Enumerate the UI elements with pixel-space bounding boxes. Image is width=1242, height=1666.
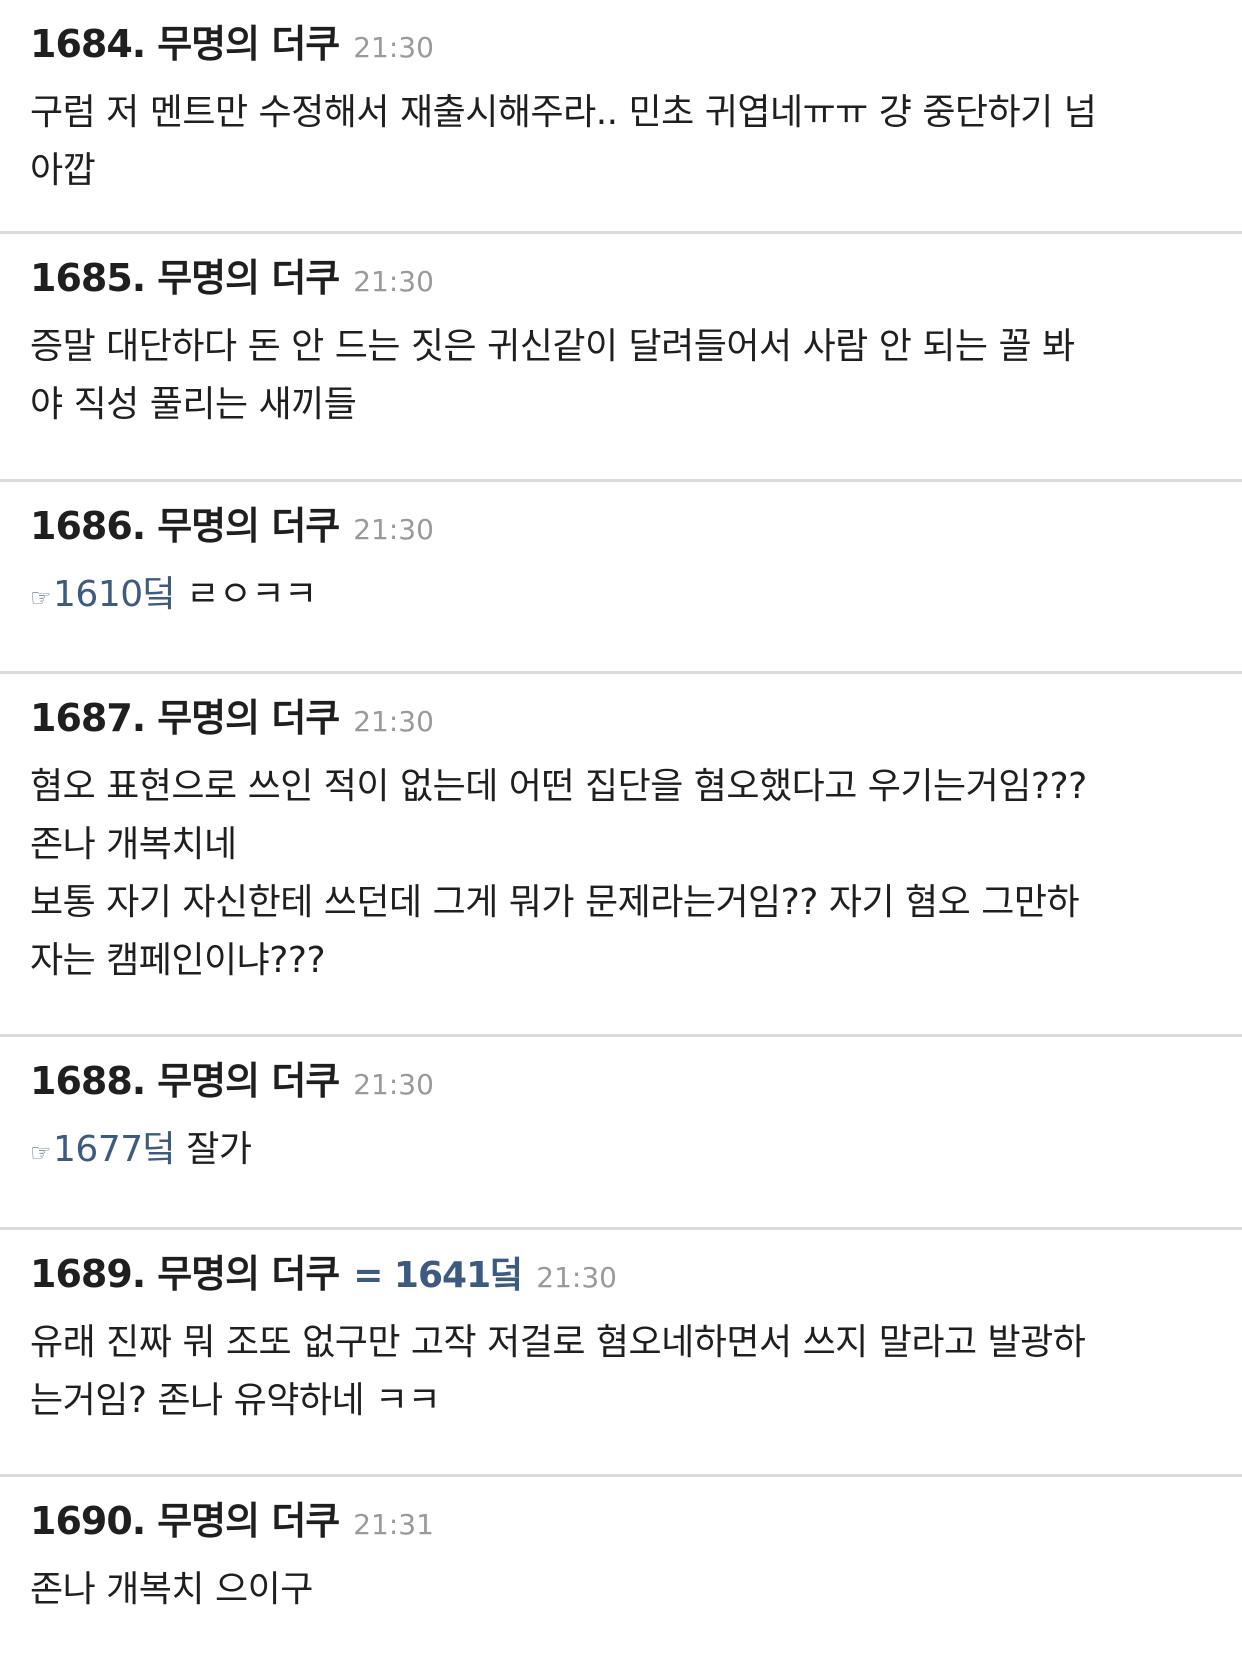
comment-number[interactable]: 1689. bbox=[30, 1250, 146, 1298]
comment-author: 무명의 더쿠 bbox=[157, 1252, 340, 1296]
comment-number[interactable]: 1684. bbox=[30, 20, 146, 68]
comment-text-line: 는거임? 존나 유약하네 ㅋㅋ bbox=[30, 1380, 441, 1421]
comment-item: 1687. 무명의 더쿠 21:30 혐오 표현으로 쓰인 적이 없는데 어떤 … bbox=[0, 674, 1242, 1037]
pointing-hand-icon: ☞ bbox=[30, 584, 52, 612]
comment-author: 무명의 더쿠 bbox=[157, 22, 340, 66]
comment-text-line: 유래 진짜 뭐 조또 없구만 고작 저걸로 혐오네하면서 쓰지 말라고 발광하 bbox=[30, 1322, 1086, 1363]
comment-time: 21:31 bbox=[353, 1508, 434, 1541]
comment-text: ㄹㅇㅋㅋ bbox=[175, 574, 317, 615]
comment-time: 21:30 bbox=[353, 705, 434, 738]
comment-author: 무명의 더쿠 bbox=[157, 696, 340, 740]
comment-item: 1684. 무명의 더쿠 21:30 구럼 저 멘트만 수정해서 재출시해주라.… bbox=[0, 0, 1242, 234]
comment-number[interactable]: 1685. bbox=[30, 254, 146, 302]
comment-body: 증말 대단하다 돈 안 드는 짓은 귀신같이 달려들어서 사람 안 되는 꼴 봐… bbox=[30, 318, 1202, 434]
comment-text-line: 구럼 저 멘트만 수정해서 재출시해주라.. 민초 귀엽네ㅠㅠ 걍 중단하기 넘 bbox=[30, 92, 1097, 133]
comment-thread: 1684. 무명의 더쿠 21:30 구럼 저 멘트만 수정해서 재출시해주라.… bbox=[0, 0, 1242, 1666]
comment-number[interactable]: 1690. bbox=[30, 1497, 146, 1545]
comment-header: 1689. 무명의 더쿠 = 1641덬 21:30 bbox=[30, 1250, 1202, 1298]
comment-author: 무명의 더쿠 bbox=[157, 1059, 340, 1103]
comment-text-line: 자는 캠페인이냐??? bbox=[30, 940, 326, 981]
comment-author: 무명의 더쿠 bbox=[157, 256, 340, 300]
comment-body: 구럼 저 멘트만 수정해서 재출시해주라.. 민초 귀엽네ㅠㅠ 걍 중단하기 넘… bbox=[30, 84, 1202, 200]
comment-body: ☞1677덬 잘가 bbox=[30, 1121, 1202, 1182]
comment-text-line: 존나 개복치 으이구 bbox=[30, 1569, 313, 1610]
comment-number[interactable]: 1688. bbox=[30, 1057, 146, 1105]
comment-item: 1688. 무명의 더쿠 21:30 ☞1677덬 잘가 bbox=[0, 1037, 1242, 1230]
comment-time: 21:30 bbox=[353, 513, 434, 546]
comment-text-line: ☞1610덬 ㄹㅇㅋㅋ bbox=[30, 566, 1202, 627]
comment-body: 존나 개복치 으이구 bbox=[30, 1561, 1202, 1619]
comment-item: 1685. 무명의 더쿠 21:30 증말 대단하다 돈 안 드는 짓은 귀신같… bbox=[0, 234, 1242, 482]
comment-author: 무명의 더쿠 bbox=[157, 1499, 340, 1543]
reply-reference-link[interactable]: = 1641덬 bbox=[353, 1252, 523, 1300]
comment-number[interactable]: 1687. bbox=[30, 694, 146, 742]
comment-text-line: 아깝 bbox=[30, 150, 96, 191]
comment-item: 1689. 무명의 더쿠 = 1641덬 21:30 유래 진짜 뭐 조또 없구… bbox=[0, 1230, 1242, 1477]
comment-time: 21:30 bbox=[536, 1261, 617, 1294]
comment-text-line: 보통 자기 자신한테 쓰던데 그게 뭐가 문제라는거임?? 자기 혐오 그만하 bbox=[30, 882, 1080, 923]
comment-item: 1686. 무명의 더쿠 21:30 ☞1610덬 ㄹㅇㅋㅋ bbox=[0, 482, 1242, 674]
comment-time: 21:30 bbox=[353, 265, 434, 298]
comment-text-line: 야 직성 풀리는 새끼들 bbox=[30, 384, 357, 425]
pointing-hand-icon: ☞ bbox=[30, 1139, 52, 1167]
comment-header: 1685. 무명의 더쿠 21:30 bbox=[30, 254, 1202, 302]
comment-time: 21:30 bbox=[353, 1068, 434, 1101]
comment-header: 1684. 무명의 더쿠 21:30 bbox=[30, 20, 1202, 68]
comment-header: 1687. 무명의 더쿠 21:30 bbox=[30, 694, 1202, 742]
comment-item: 1690. 무명의 더쿠 21:31 존나 개복치 으이구 bbox=[0, 1477, 1242, 1666]
comment-text-line: 증말 대단하다 돈 안 드는 짓은 귀신같이 달려들어서 사람 안 되는 꼴 봐 bbox=[30, 326, 1075, 367]
comment-text-line: 혐오 표현으로 쓰인 적이 없는데 어떤 집단을 혐오했다고 우기는거임??? bbox=[30, 766, 1087, 807]
comment-text-line: 존나 개복치네 bbox=[30, 824, 237, 865]
comment-header: 1688. 무명의 더쿠 21:30 bbox=[30, 1057, 1202, 1105]
comment-text: 잘가 bbox=[175, 1129, 252, 1170]
comment-body: 혐오 표현으로 쓰인 적이 없는데 어떤 집단을 혐오했다고 우기는거임??? … bbox=[30, 758, 1202, 990]
reply-anchor-link[interactable]: 1677덬 bbox=[53, 1129, 176, 1170]
comment-text-line: ☞1677덬 잘가 bbox=[30, 1121, 1202, 1182]
comment-time: 21:30 bbox=[353, 31, 434, 64]
comment-author: 무명의 더쿠 bbox=[157, 504, 340, 548]
reply-anchor-link[interactable]: 1610덬 bbox=[53, 574, 176, 615]
comment-body: ☞1610덬 ㄹㅇㅋㅋ bbox=[30, 566, 1202, 627]
comment-body: 유래 진짜 뭐 조또 없구만 고작 저걸로 혐오네하면서 쓰지 말라고 발광하 … bbox=[30, 1314, 1202, 1430]
comment-number[interactable]: 1686. bbox=[30, 502, 146, 550]
comment-header: 1690. 무명의 더쿠 21:31 bbox=[30, 1497, 1202, 1545]
comment-header: 1686. 무명의 더쿠 21:30 bbox=[30, 502, 1202, 550]
